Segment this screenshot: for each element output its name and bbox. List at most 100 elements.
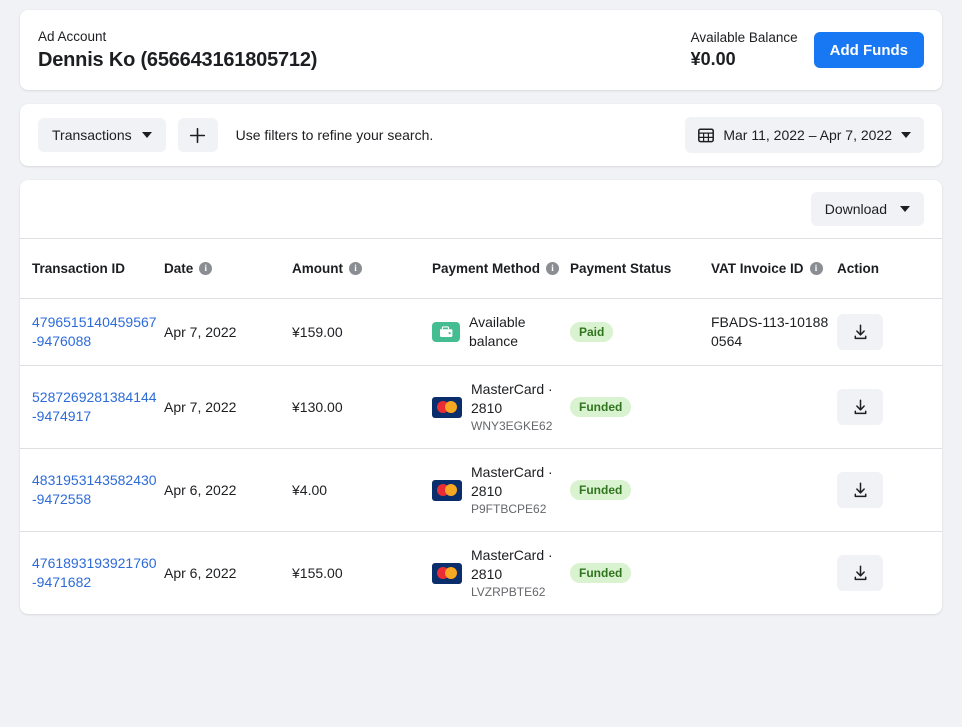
- cell-payment-method: MasterCard · 2810 LVZRPBTE62: [432, 532, 570, 615]
- chevron-down-icon: [141, 132, 152, 138]
- column-vat-invoice-id[interactable]: VAT Invoice ID i: [711, 238, 837, 299]
- ad-account-name: Dennis Ko (656643161805712): [38, 48, 318, 71]
- cell-date: Apr 6, 2022: [164, 448, 292, 532]
- add-funds-button[interactable]: Add Funds: [813, 32, 924, 68]
- mastercard-icon: [432, 562, 462, 584]
- ad-account-card: Ad Account Dennis Ko (656643161805712) A…: [20, 10, 942, 90]
- info-icon[interactable]: i: [349, 262, 362, 275]
- download-invoice-button[interactable]: [837, 472, 883, 508]
- cell-vat-invoice-id: FBADS-113-101880564: [711, 298, 837, 366]
- available-balance: Available Balance ¥0.00: [691, 28, 798, 72]
- billing-page: Ad Account Dennis Ko (656643161805712) A…: [0, 0, 962, 727]
- payment-method-name: MasterCard · 2810: [471, 547, 553, 582]
- date-range-label: Mar 11, 2022 – Apr 7, 2022: [723, 127, 892, 143]
- date-range-picker[interactable]: Mar 11, 2022 – Apr 7, 2022: [685, 117, 924, 153]
- transaction-id-link[interactable]: 4761893193921760-9471682: [32, 555, 157, 590]
- cell-payment-status: Funded: [570, 532, 711, 615]
- column-label: VAT Invoice ID: [711, 261, 804, 276]
- column-transaction-id[interactable]: Transaction ID: [20, 238, 164, 299]
- balance-area: Available Balance ¥0.00 Add Funds: [691, 28, 924, 72]
- column-label: Action: [837, 261, 879, 276]
- cell-action: [837, 448, 942, 532]
- cell-vat-invoice-id: [711, 365, 837, 449]
- cell-transaction-id: 4831953143582430-9472558: [20, 448, 164, 532]
- download-label: Download: [824, 201, 887, 217]
- transactions-card: Download Transaction ID Date i Amount i Pa…: [20, 180, 942, 614]
- available-balance-value: ¥0.00: [690, 49, 736, 69]
- mastercard-icon: [432, 396, 462, 418]
- column-label: Date: [164, 261, 194, 276]
- column-date[interactable]: Date i: [164, 238, 292, 299]
- cell-payment-status: Funded: [570, 448, 711, 532]
- download-invoice-button[interactable]: [837, 555, 883, 591]
- cell-date: Apr 7, 2022: [164, 365, 292, 449]
- plus-icon: [190, 127, 206, 143]
- ad-account-label: Ad Account: [38, 28, 107, 44]
- transaction-type-dropdown[interactable]: Transactions: [38, 118, 166, 152]
- ad-account-identity: Ad Account Dennis Ko (656643161805712): [38, 27, 691, 74]
- cell-amount: ¥159.00: [292, 298, 432, 366]
- download-icon: [854, 564, 866, 580]
- calendar-icon: [698, 128, 715, 143]
- payment-method-name: MasterCard · 2810: [471, 464, 553, 499]
- download-dropdown-button[interactable]: Download: [810, 192, 924, 226]
- transaction-id-link[interactable]: 5287269281384144-9474917: [32, 389, 157, 424]
- column-action: Action: [837, 238, 942, 299]
- table-row: 4761893193921760-9471682 Apr 6, 2022 ¥155.…: [20, 532, 942, 615]
- chevron-down-icon: [900, 206, 910, 212]
- cell-action: [837, 298, 942, 366]
- cell-payment-status: Funded: [570, 365, 711, 449]
- cell-payment-method: MasterCard · 2810 P9FTBCPE62: [432, 448, 570, 532]
- download-invoice-button[interactable]: [837, 389, 883, 425]
- payment-method-name: Available balance: [469, 314, 526, 349]
- column-payment-status[interactable]: Payment Status: [570, 238, 711, 299]
- download-icon: [854, 323, 866, 339]
- cell-payment-method: Available balance: [432, 298, 570, 366]
- cell-vat-invoice-id: [711, 448, 837, 532]
- info-icon[interactable]: i: [546, 262, 560, 275]
- download-invoice-button[interactable]: [837, 314, 883, 350]
- transaction-id-link[interactable]: 4796515140459567-9476088: [32, 314, 157, 349]
- column-label: Transaction ID: [32, 261, 126, 276]
- payment-method-reference: LVZRPBTE62: [471, 585, 546, 599]
- chevron-down-icon: [901, 132, 911, 138]
- table-row: 4796515140459567-9476088 Apr 7, 2022 ¥159.…: [20, 298, 942, 366]
- filter-hint-text: Use filters to refine your search.: [235, 127, 434, 143]
- transaction-type-label: Transactions: [52, 127, 132, 143]
- table-body: 4796515140459567-9476088 Apr 7, 2022 ¥159.…: [20, 298, 942, 615]
- info-icon[interactable]: i: [199, 262, 213, 275]
- table-toolbar: Download: [20, 180, 942, 238]
- download-icon: [854, 398, 866, 414]
- cell-amount: ¥155.00: [292, 564, 343, 581]
- cell-payment-status: Paid: [570, 298, 711, 366]
- status-badge: Funded: [570, 397, 632, 417]
- add-filter-button[interactable]: [177, 118, 218, 152]
- cell-date: Apr 6, 2022: [164, 564, 237, 581]
- transaction-id-link[interactable]: 4831953143582430-9472558: [32, 472, 157, 507]
- wallet-icon: [432, 322, 460, 342]
- payment-method-reference: P9FTBCPE62: [471, 502, 547, 516]
- cell-vat-invoice-id: [711, 532, 837, 615]
- info-icon[interactable]: i: [809, 262, 823, 275]
- column-label: Amount: [292, 261, 343, 276]
- column-payment-method[interactable]: Payment Method i: [432, 238, 570, 299]
- table-row: 4831953143582430-9472558 Apr 6, 2022 ¥4.00…: [20, 448, 942, 532]
- payment-method-reference: WNY3EGKE62: [471, 419, 553, 433]
- column-label: Payment Method: [432, 261, 541, 276]
- cell-amount: ¥4.00: [292, 448, 432, 532]
- table-row: 5287269281384144-9474917 Apr 7, 2022 ¥130.…: [20, 365, 942, 449]
- cell-transaction-id: 5287269281384144-9474917: [20, 365, 164, 449]
- mastercard-icon: [432, 479, 462, 501]
- column-amount[interactable]: Amount i: [292, 238, 432, 299]
- cell-transaction-id: 4796515140459567-9476088: [20, 298, 164, 366]
- status-badge: Paid: [570, 322, 614, 342]
- download-icon: [854, 481, 866, 497]
- column-label: Payment Status: [570, 261, 672, 276]
- filter-bar-card: Transactions Use filters to refine your …: [20, 104, 942, 166]
- table-header-row: Transaction ID Date i Amount i Payment Met…: [20, 238, 942, 299]
- transactions-table: Transaction ID Date i Amount i Payment Met…: [20, 238, 942, 614]
- status-badge: Funded: [570, 480, 632, 500]
- payment-method-name: MasterCard · 2810: [471, 381, 553, 416]
- cell-transaction-id: 4761893193921760-9471682: [20, 532, 164, 615]
- cell-action: [837, 532, 942, 615]
